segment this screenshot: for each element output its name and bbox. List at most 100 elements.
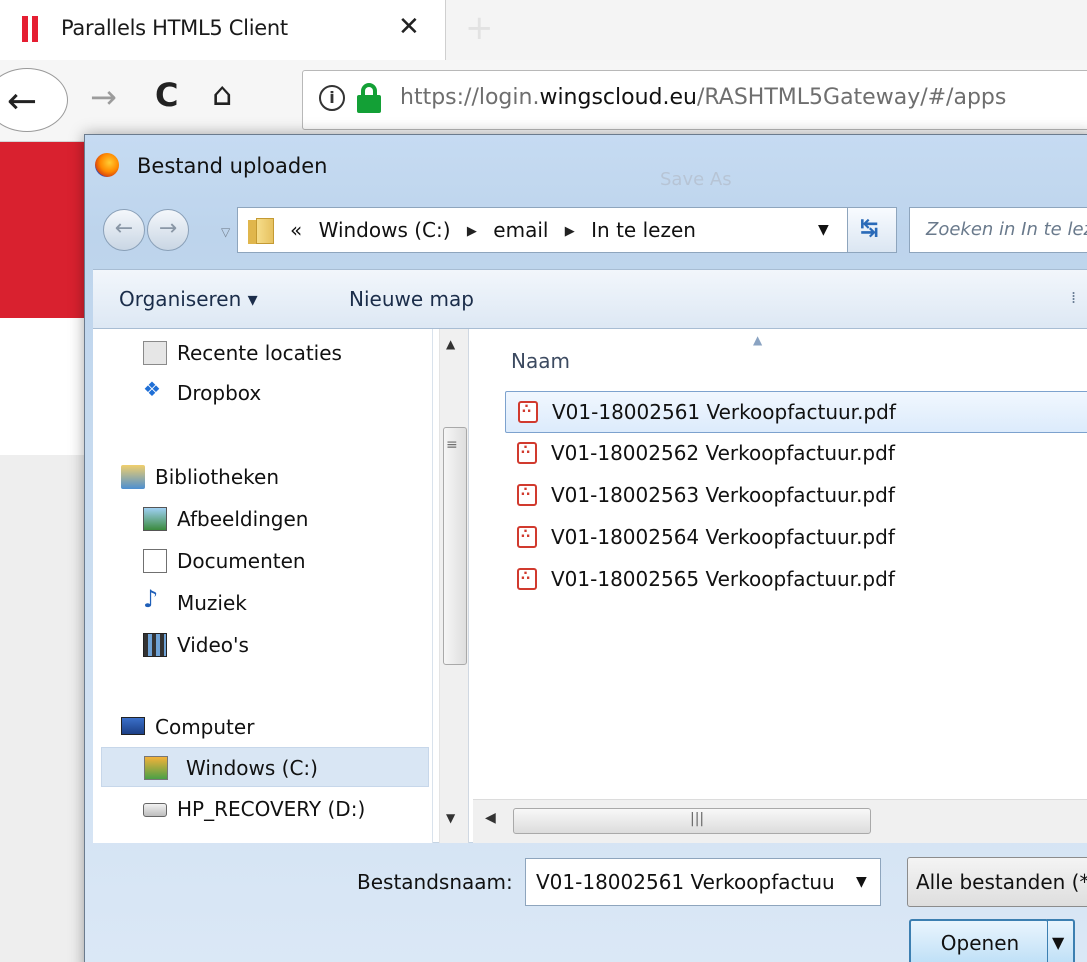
search-input[interactable]: Zoeken in In te lezen <box>909 207 1087 253</box>
scroll-grip-icon: ≡ <box>446 437 458 453</box>
sidebar-item-recovery-drive[interactable]: HP_RECOVERY (D:) <box>143 789 423 829</box>
screen: Parallels HTML5 Client ✕ + ← → C ⌂ i htt… <box>0 0 1087 962</box>
file-name: V01-18002563 Verkoopfactuur.pdf <box>551 483 895 507</box>
close-tab-icon[interactable]: ✕ <box>398 12 420 42</box>
sidebar-item-recent[interactable]: Recente locaties <box>143 333 423 373</box>
folder-icon <box>248 218 274 244</box>
file-upload-dialog: Bestand uploaden Save As ← → ▽ « Windows… <box>84 134 1087 962</box>
new-folder-button[interactable]: Nieuwe map <box>349 287 474 311</box>
column-header-name[interactable]: Naam <box>511 349 570 373</box>
view-options-icon[interactable]: ⁞ <box>1071 288 1076 307</box>
new-tab-icon[interactable]: + <box>465 8 494 48</box>
file-row[interactable]: ∴ V01-18002562 Verkoopfactuur.pdf <box>505 433 1087 475</box>
sidebar-item-music[interactable]: ♪ Muziek <box>143 583 423 623</box>
url-bar[interactable]: i https://login.wingscloud.eu/RASHTML5Ga… <box>302 70 1087 130</box>
breadcrumb-item[interactable]: In te lezen <box>591 218 696 242</box>
recent-places-icon <box>143 341 167 365</box>
horizontal-scrollbar[interactable]: ◀ ||| <box>473 799 1087 843</box>
open-button-label: Openen <box>940 931 1020 955</box>
reload-icon[interactable]: C <box>155 76 178 114</box>
filename-value[interactable]: V01-18002561 Verkoopfactuu <box>536 870 846 894</box>
open-button[interactable]: Openen <box>909 919 1049 962</box>
forward-arrow-icon[interactable]: → <box>90 78 117 116</box>
filetype-select[interactable]: Alle bestanden (*.*) <box>907 857 1087 907</box>
sidebar-item-label: Muziek <box>177 591 247 615</box>
sidebar-item-dropbox[interactable]: ❖ Dropbox <box>143 373 423 413</box>
home-icon[interactable]: ⌂ <box>212 75 232 113</box>
parallels-logo-icon <box>22 16 40 42</box>
sidebar-item-label: HP_RECOVERY (D:) <box>177 797 366 821</box>
info-icon[interactable]: i <box>319 85 345 111</box>
sidebar-item-label: Video's <box>177 633 249 657</box>
sidebar-item-pictures[interactable]: Afbeeldingen <box>143 499 423 539</box>
chevron-down-icon[interactable]: ▼ <box>856 874 867 890</box>
organize-button[interactable]: Organiseren ▾ <box>119 287 258 311</box>
breadcrumb-item[interactable]: email <box>493 218 548 242</box>
file-row[interactable]: ∴ V01-18002565 Verkoopfactuur.pdf <box>505 559 1087 601</box>
tab-strip: Parallels HTML5 Client ✕ + <box>0 0 1087 60</box>
sidebar-item-documents[interactable]: Documenten <box>143 541 423 581</box>
videos-icon <box>143 633 167 657</box>
scrollbar-thumb[interactable]: ||| <box>513 808 871 834</box>
file-row[interactable]: ∴ V01-18002563 Verkoopfactuur.pdf <box>505 475 1087 517</box>
computer-icon <box>121 717 145 735</box>
ghost-title: Save As <box>660 169 732 190</box>
breadcrumb: « Windows (C:) ▶ email ▶ In te lezen <box>290 218 696 242</box>
page-background <box>0 455 84 962</box>
back-arrow-icon: ← <box>114 216 134 241</box>
file-list: ▲ Naam ∴ V01-18002561 Verkoopfactuur.pdf… <box>473 329 1087 799</box>
filename-field[interactable]: V01-18002561 Verkoopfactuu ▼ <box>525 858 881 906</box>
sidebar-item-computer[interactable]: Computer <box>121 707 421 747</box>
drive-icon <box>143 803 167 817</box>
sidebar-item-label: Afbeeldingen <box>177 507 309 531</box>
sidebar-item-label: Windows (C:) <box>186 756 318 780</box>
file-name: V01-18002562 Verkoopfactuur.pdf <box>551 441 895 465</box>
pdf-icon: ∴ <box>517 442 537 464</box>
dialog-content: Recente locaties ❖ Dropbox Bibliotheken … <box>93 329 1087 843</box>
windows-drive-icon <box>144 756 168 780</box>
navigation-pane: Recente locaties ❖ Dropbox Bibliotheken … <box>93 329 433 843</box>
recent-locations-dropdown-icon[interactable]: ▽ <box>221 225 230 239</box>
breadcrumb-separator-icon[interactable]: ▶ <box>467 224 477 239</box>
scrollbar-thumb[interactable] <box>443 427 467 665</box>
dialog-back-button[interactable]: ← <box>103 209 145 251</box>
sort-ascending-icon: ▲ <box>753 333 763 347</box>
address-bar[interactable]: « Windows (C:) ▶ email ▶ In te lezen ▼ <box>237 207 849 253</box>
url-text[interactable]: https://login.wingscloud.eu/RASHTML5Gate… <box>400 85 1006 110</box>
pictures-icon <box>143 507 167 531</box>
open-options-button[interactable]: ▼ <box>1047 919 1075 962</box>
browser-tab[interactable]: Parallels HTML5 Client ✕ <box>0 0 446 60</box>
pdf-icon: ∴ <box>517 568 537 590</box>
sidebar-item-windows-drive[interactable]: Windows (C:) <box>101 747 429 787</box>
pdf-icon: ∴ <box>517 526 537 548</box>
lock-icon[interactable] <box>357 83 381 113</box>
address-dropdown-icon[interactable]: ▼ <box>818 222 829 238</box>
file-row[interactable]: ∴ V01-18002564 Verkoopfactuur.pdf <box>505 517 1087 559</box>
chevron-down-icon: ▼ <box>1052 933 1065 952</box>
filetype-value: Alle bestanden (*.*) <box>916 870 1087 894</box>
libraries-icon <box>121 465 145 489</box>
refresh-button[interactable]: ↹ <box>847 207 897 253</box>
sidebar-item-libraries[interactable]: Bibliotheken <box>121 457 421 497</box>
scroll-up-icon[interactable]: ▲ <box>446 337 455 351</box>
dialog-forward-button[interactable]: → <box>147 209 189 251</box>
tab-title: Parallels HTML5 Client <box>61 16 288 40</box>
back-button[interactable]: ← <box>0 68 68 132</box>
pdf-icon: ∴ <box>518 401 538 423</box>
documents-icon <box>143 549 167 573</box>
sidebar-item-label: Documenten <box>177 549 306 573</box>
file-row[interactable]: ∴ V01-18002561 Verkoopfactuur.pdf <box>505 391 1087 433</box>
sidebar-item-videos[interactable]: Video's <box>143 625 423 665</box>
scroll-down-icon[interactable]: ▼ <box>446 811 455 825</box>
sidebar-item-label: Dropbox <box>177 381 262 405</box>
back-arrow-icon: ← <box>7 81 38 122</box>
dialog-title: Bestand uploaden <box>137 154 328 178</box>
breadcrumb-item[interactable]: Windows (C:) <box>319 218 451 242</box>
firefox-icon <box>95 153 119 177</box>
breadcrumb-separator-icon[interactable]: ▶ <box>565 224 575 239</box>
scroll-grip-icon: ||| <box>690 811 705 827</box>
breadcrumb-overflow[interactable]: « <box>290 218 302 242</box>
navigation-scrollbar[interactable]: ▲ ≡ ▼ <box>439 329 469 843</box>
scroll-left-icon[interactable]: ◀ <box>485 810 496 826</box>
file-name: V01-18002565 Verkoopfactuur.pdf <box>551 567 895 591</box>
